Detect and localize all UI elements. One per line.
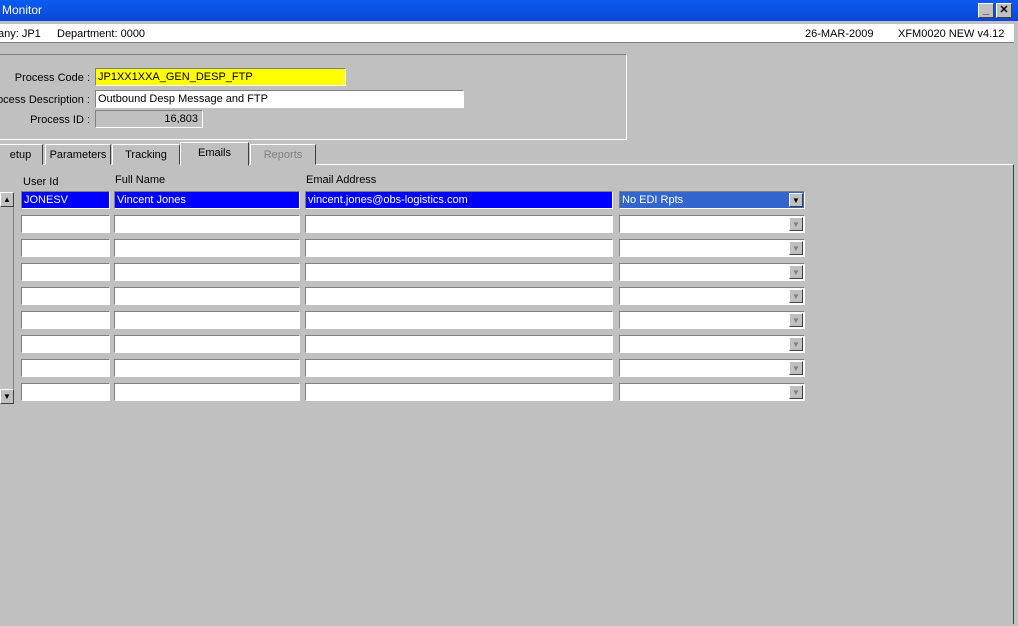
report-type-value: No EDI Rpts xyxy=(622,194,684,206)
close-icon: ✕ xyxy=(999,4,1009,16)
user-id-cell[interactable] xyxy=(21,359,110,377)
chevron-down-icon[interactable]: ▼ xyxy=(789,265,803,279)
arrow-up-icon: ▲ xyxy=(3,195,11,204)
user-id-cell[interactable] xyxy=(21,215,110,233)
email-cell[interactable] xyxy=(305,359,613,377)
date-text: 26-MAR-2009 xyxy=(805,28,874,40)
column-header-email: Email Address xyxy=(306,174,377,186)
tab-setup[interactable]: etup xyxy=(0,144,43,165)
chevron-down-icon[interactable]: ▼ xyxy=(789,337,803,351)
info-bar: any: JP1 Department: 0000 26-MAR-2009 XF… xyxy=(0,24,1014,43)
tab-parameters[interactable]: Parameters xyxy=(45,144,111,165)
minimize-icon: _ xyxy=(982,4,990,16)
user-id-cell[interactable] xyxy=(21,263,110,281)
scroll-up-button[interactable]: ▲ xyxy=(0,192,14,207)
department-text: Department: 0000 xyxy=(57,28,146,40)
process-description-field[interactable]: Outbound Desp Message and FTP xyxy=(95,90,464,108)
chevron-down-icon[interactable]: ▼ xyxy=(789,241,803,255)
report-type-select[interactable]: ▼ xyxy=(619,287,805,305)
full-name-cell[interactable] xyxy=(114,263,300,281)
tab-tracking[interactable]: Tracking xyxy=(112,144,180,165)
company-text: any: JP1 xyxy=(0,28,41,40)
chevron-down-icon[interactable]: ▼ xyxy=(789,217,803,231)
tab-parameters-label: Parameters xyxy=(49,149,107,161)
tab-reports-label: Reports xyxy=(263,149,303,161)
close-button[interactable]: ✕ xyxy=(996,3,1012,18)
column-header-user-id: User Id xyxy=(23,176,59,188)
user-id-cell[interactable] xyxy=(21,383,110,401)
full-name-cell[interactable] xyxy=(114,359,300,377)
chevron-down-icon[interactable]: ▼ xyxy=(789,385,803,399)
chevron-down-icon[interactable]: ▼ xyxy=(789,361,803,375)
user-id-cell[interactable] xyxy=(21,287,110,305)
form-version-text: XFM0020 NEW v4.12 xyxy=(898,28,1005,40)
arrow-down-icon: ▼ xyxy=(3,392,11,401)
process-id-label: Process ID : xyxy=(30,114,90,126)
column-header-full-name: Full Name xyxy=(115,174,166,186)
user-id-cell[interactable] xyxy=(21,335,110,353)
full-name-cell[interactable] xyxy=(114,311,300,329)
user-id-cell[interactable] xyxy=(21,311,110,329)
email-cell[interactable] xyxy=(305,239,613,257)
report-type-select[interactable]: No EDI Rpts ▼ xyxy=(619,191,805,209)
full-name-cell[interactable] xyxy=(114,215,300,233)
process-id-field: 16,803 xyxy=(95,110,203,128)
report-type-select[interactable]: ▼ xyxy=(619,383,805,401)
tab-tracking-label: Tracking xyxy=(125,149,167,161)
report-type-select[interactable]: ▼ xyxy=(619,239,805,257)
chevron-down-icon[interactable]: ▼ xyxy=(789,289,803,303)
email-cell[interactable] xyxy=(305,287,613,305)
chevron-down-icon[interactable]: ▼ xyxy=(789,313,803,327)
report-type-select[interactable]: ▼ xyxy=(619,335,805,353)
email-cell[interactable] xyxy=(305,383,613,401)
email-cell[interactable]: vincent.jones@obs-logistics.com xyxy=(305,191,613,209)
scrollbar-track[interactable] xyxy=(0,207,14,389)
full-name-cell[interactable] xyxy=(114,335,300,353)
process-code-field[interactable]: JP1XX1XXA_GEN_DESP_FTP xyxy=(95,68,346,86)
user-id-cell[interactable] xyxy=(21,239,110,257)
process-description-label: ocess Description : xyxy=(0,94,90,106)
tab-emails[interactable]: Emails xyxy=(180,142,249,166)
full-name-cell[interactable] xyxy=(114,383,300,401)
chevron-down-icon[interactable]: ▼ xyxy=(789,193,803,207)
report-type-select[interactable]: ▼ xyxy=(619,311,805,329)
user-id-cell[interactable]: JONESV xyxy=(21,191,110,209)
email-cell[interactable] xyxy=(305,215,613,233)
tab-reports[interactable]: Reports xyxy=(250,144,316,165)
scroll-down-button[interactable]: ▼ xyxy=(0,389,14,404)
full-name-cell[interactable]: Vincent Jones xyxy=(114,191,300,209)
title-bar: Monitor _ ✕ xyxy=(0,0,1018,21)
report-type-select[interactable]: ▼ xyxy=(619,359,805,377)
email-cell[interactable] xyxy=(305,335,613,353)
tab-emails-label: Emails xyxy=(197,147,231,159)
minimize-button[interactable]: _ xyxy=(978,3,994,18)
email-cell[interactable] xyxy=(305,263,613,281)
report-type-select[interactable]: ▼ xyxy=(619,263,805,281)
process-code-label: Process Code : xyxy=(14,72,90,84)
email-cell[interactable] xyxy=(305,311,613,329)
report-type-select[interactable]: ▼ xyxy=(619,215,805,233)
tab-setup-label: etup xyxy=(9,149,32,161)
full-name-cell[interactable] xyxy=(114,287,300,305)
full-name-cell[interactable] xyxy=(114,239,300,257)
window-title: Monitor xyxy=(2,3,43,17)
